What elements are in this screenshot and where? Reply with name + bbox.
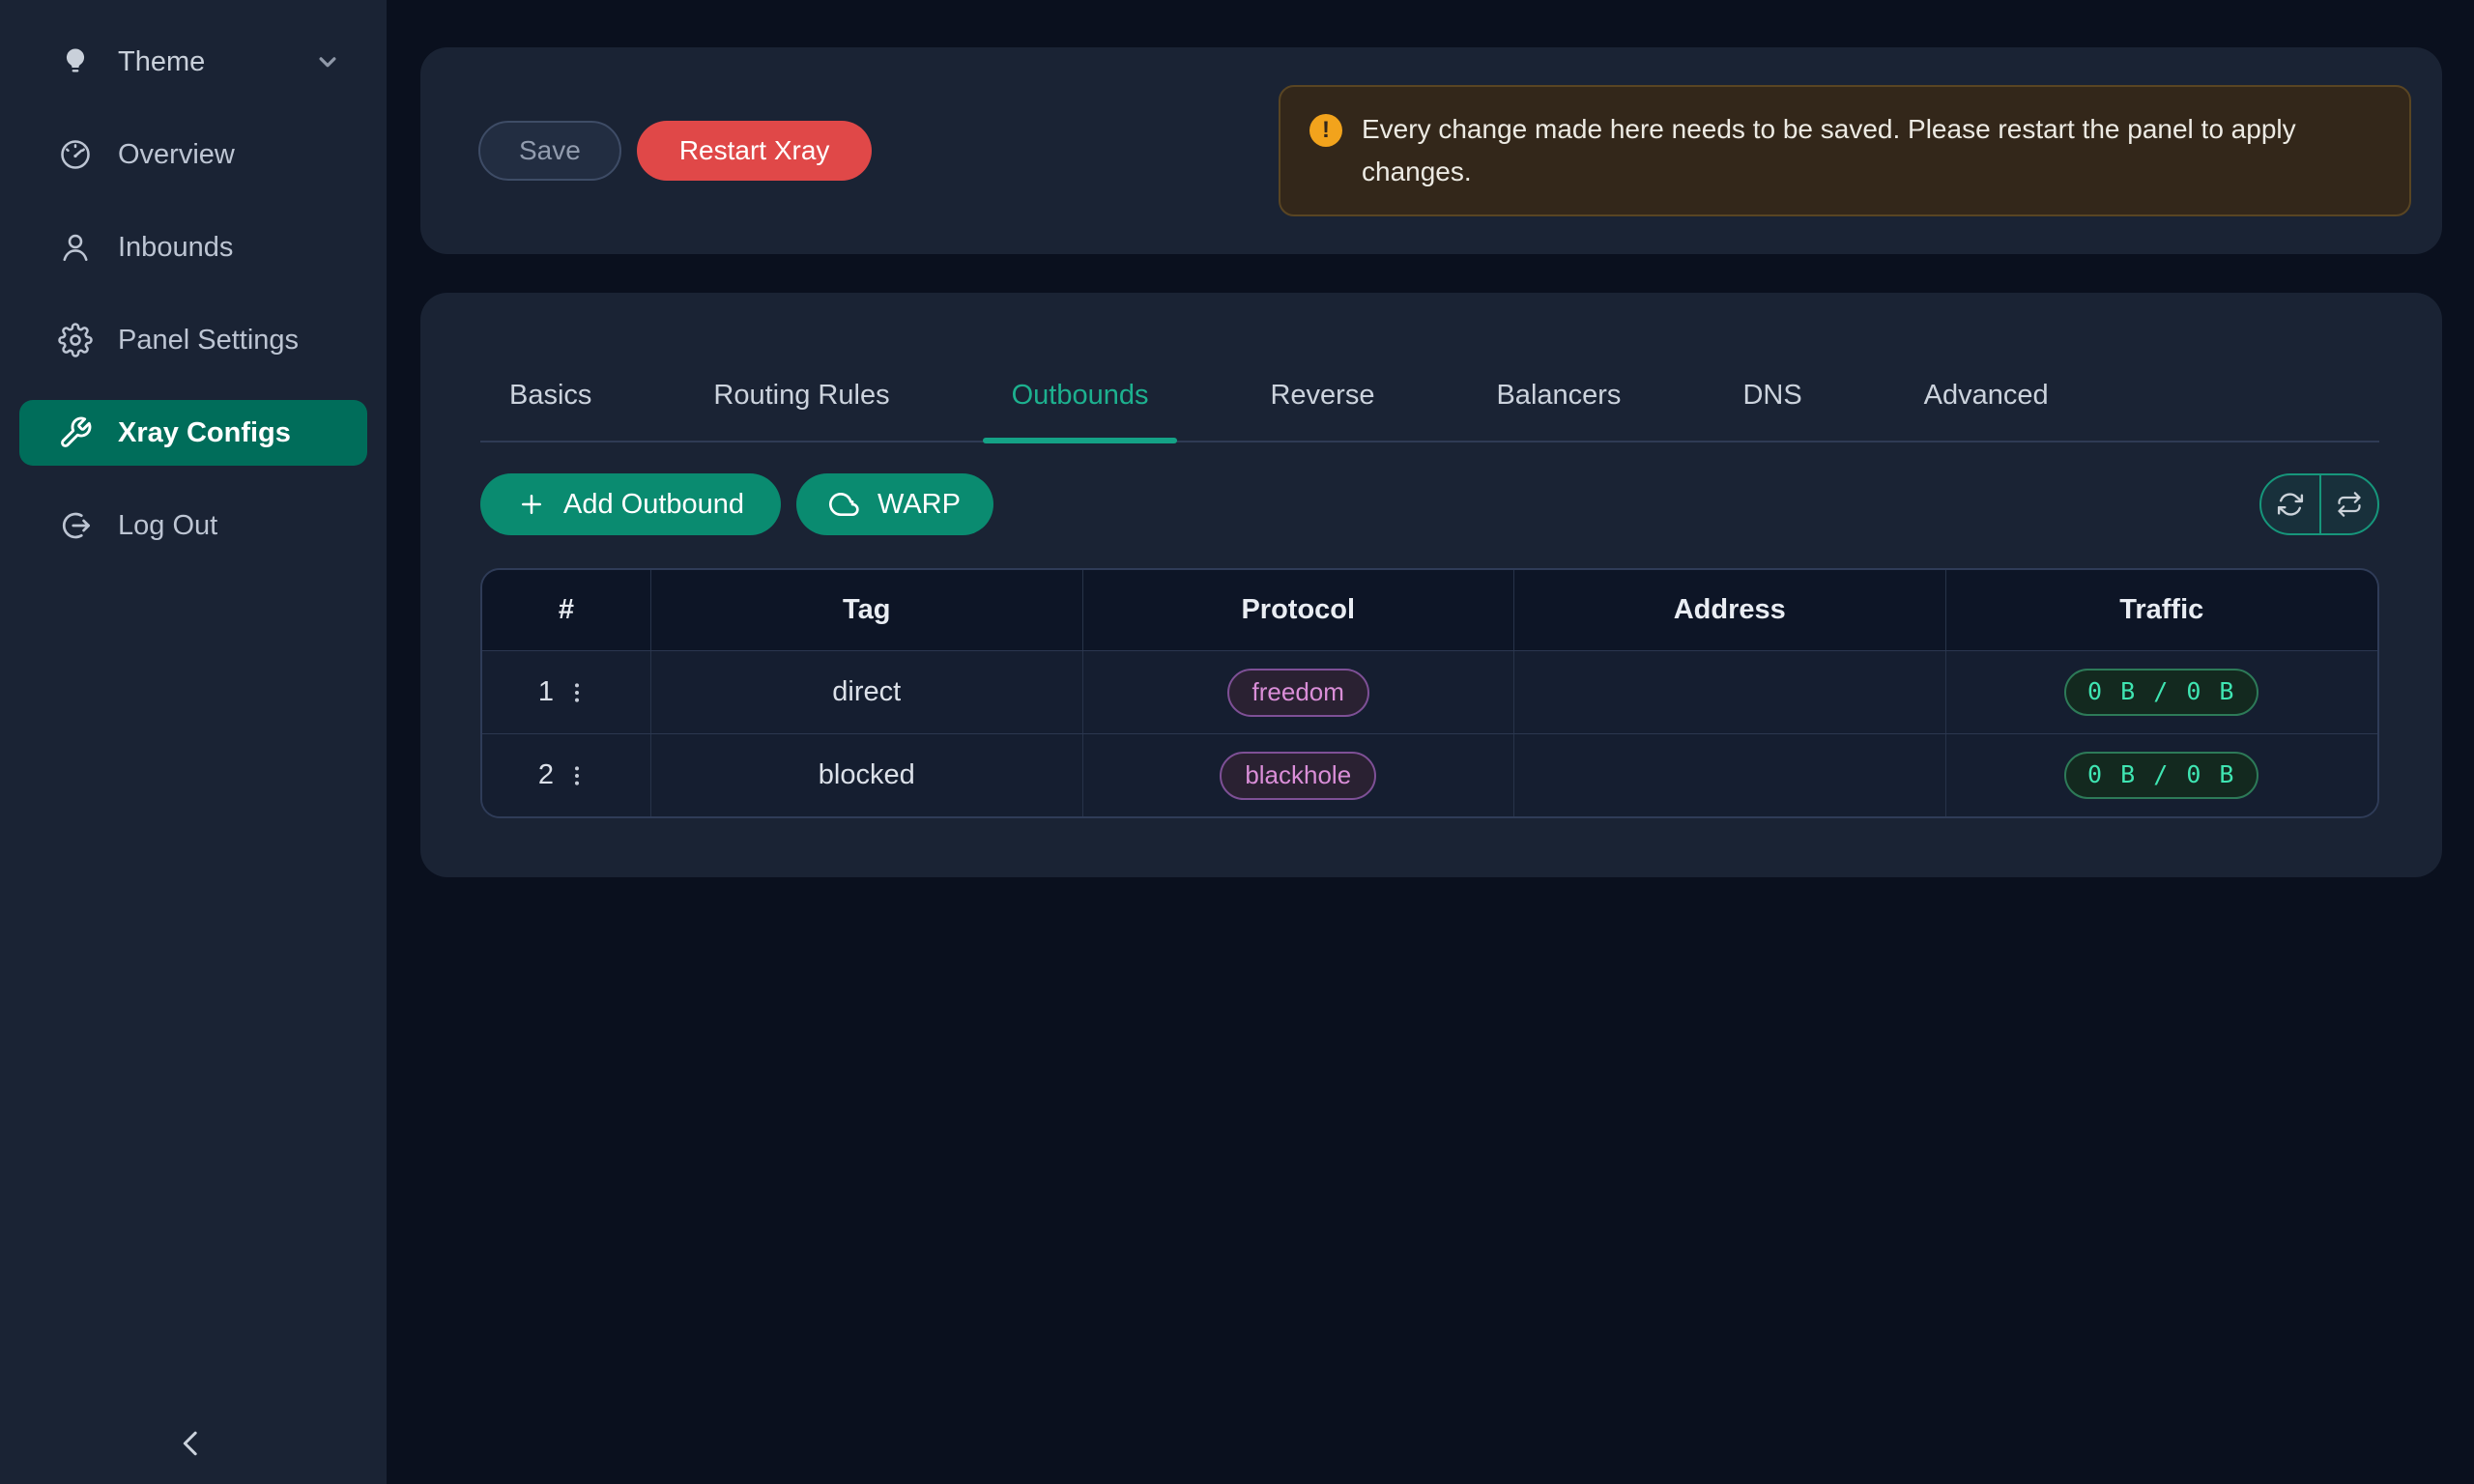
sidebar: Theme Overview Inbounds [0,0,387,1484]
repeat-icon [2336,491,2363,518]
tag-cell: direct [651,651,1083,733]
column-header-protocol: Protocol [1083,570,1515,650]
sidebar-item-label: Log Out [118,510,217,542]
sidebar-item-label: Overview [118,139,235,171]
column-header-tag: Tag [651,570,1083,650]
table-row: 2 blocked blackhole 0 B / 0 B [482,733,2377,816]
save-button[interactable]: Save [478,121,621,181]
plus-icon [517,490,546,519]
chevron-down-icon [313,47,342,76]
tab-routing-rules[interactable]: Routing Rules [713,380,889,441]
toolbar-card: Save Restart Xray ! Every change made he… [420,47,2442,254]
gauge-icon [58,137,93,172]
sidebar-item-overview[interactable]: Overview [19,122,367,187]
tab-reverse[interactable]: Reverse [1270,380,1374,441]
gear-icon [58,323,93,357]
kebab-icon [563,762,590,789]
warp-button[interactable]: WARP [796,473,993,535]
column-header-index: # [482,570,651,650]
tab-basics[interactable]: Basics [509,380,591,441]
warning-icon: ! [1309,114,1342,147]
row-index: 1 [538,676,554,708]
config-tabs: Basics Routing Rules Outbounds Reverse B… [480,293,2379,442]
cloud-icon [829,489,860,520]
column-header-traffic: Traffic [1946,570,2378,650]
row-menu-button[interactable] [560,758,594,793]
column-header-address: Address [1514,570,1946,650]
address-cell [1514,651,1946,733]
sidebar-item-label: Panel Settings [118,325,299,357]
tab-advanced[interactable]: Advanced [1924,380,2049,441]
kebab-icon [563,679,590,706]
table-header-row: # Tag Protocol Address Traffic [482,570,2377,650]
tab-outbounds[interactable]: Outbounds [1012,380,1149,441]
tab-balancers[interactable]: Balancers [1496,380,1621,441]
chevron-left-icon [172,1424,211,1463]
add-outbound-label: Add Outbound [563,489,744,521]
protocol-badge: blackhole [1220,752,1376,800]
refresh-icon [2276,490,2305,519]
protocol-badge: freedom [1227,669,1369,717]
sidebar-item-panel-settings[interactable]: Panel Settings [19,307,367,373]
traffic-badge: 0 B / 0 B [2064,752,2258,799]
sidebar-item-log-out[interactable]: Log Out [19,493,367,558]
tag-cell: blocked [651,734,1083,816]
add-outbound-button[interactable]: Add Outbound [480,473,781,535]
outbounds-actions-row: Add Outbound WARP [480,473,2379,535]
address-cell [1514,734,1946,816]
xray-config-card: Basics Routing Rules Outbounds Reverse B… [420,293,2442,877]
warp-label: WARP [877,489,961,521]
sidebar-item-label: Xray Configs [118,417,291,449]
wrench-icon [58,415,93,450]
sidebar-item-inbounds[interactable]: Inbounds [19,214,367,280]
table-row: 1 direct freedom 0 B / 0 B [482,650,2377,733]
theme-selector[interactable]: Theme [19,29,367,95]
logout-icon [58,508,93,543]
tab-dns[interactable]: DNS [1742,380,1801,441]
unsaved-changes-alert: ! Every change made here needs to be sav… [1279,85,2411,216]
restart-xray-button[interactable]: Restart Xray [637,121,873,181]
reload-loop-button[interactable] [2319,475,2377,533]
sidebar-collapse-button[interactable] [162,1418,220,1469]
main-content: Save Restart Xray ! Every change made he… [420,47,2442,877]
refresh-button[interactable] [2261,475,2319,533]
traffic-badge: 0 B / 0 B [2064,669,2258,716]
user-icon [58,230,93,265]
sidebar-item-xray-configs[interactable]: Xray Configs [19,400,367,466]
theme-label: Theme [118,46,205,78]
row-menu-button[interactable] [560,675,594,710]
lightbulb-icon [58,44,93,79]
outbounds-table: # Tag Protocol Address Traffic 1 [480,568,2379,818]
table-refresh-group [2259,473,2379,535]
row-index: 2 [538,759,554,791]
sidebar-item-label: Inbounds [118,232,233,264]
alert-text: Every change made here needs to be saved… [1362,108,2380,193]
